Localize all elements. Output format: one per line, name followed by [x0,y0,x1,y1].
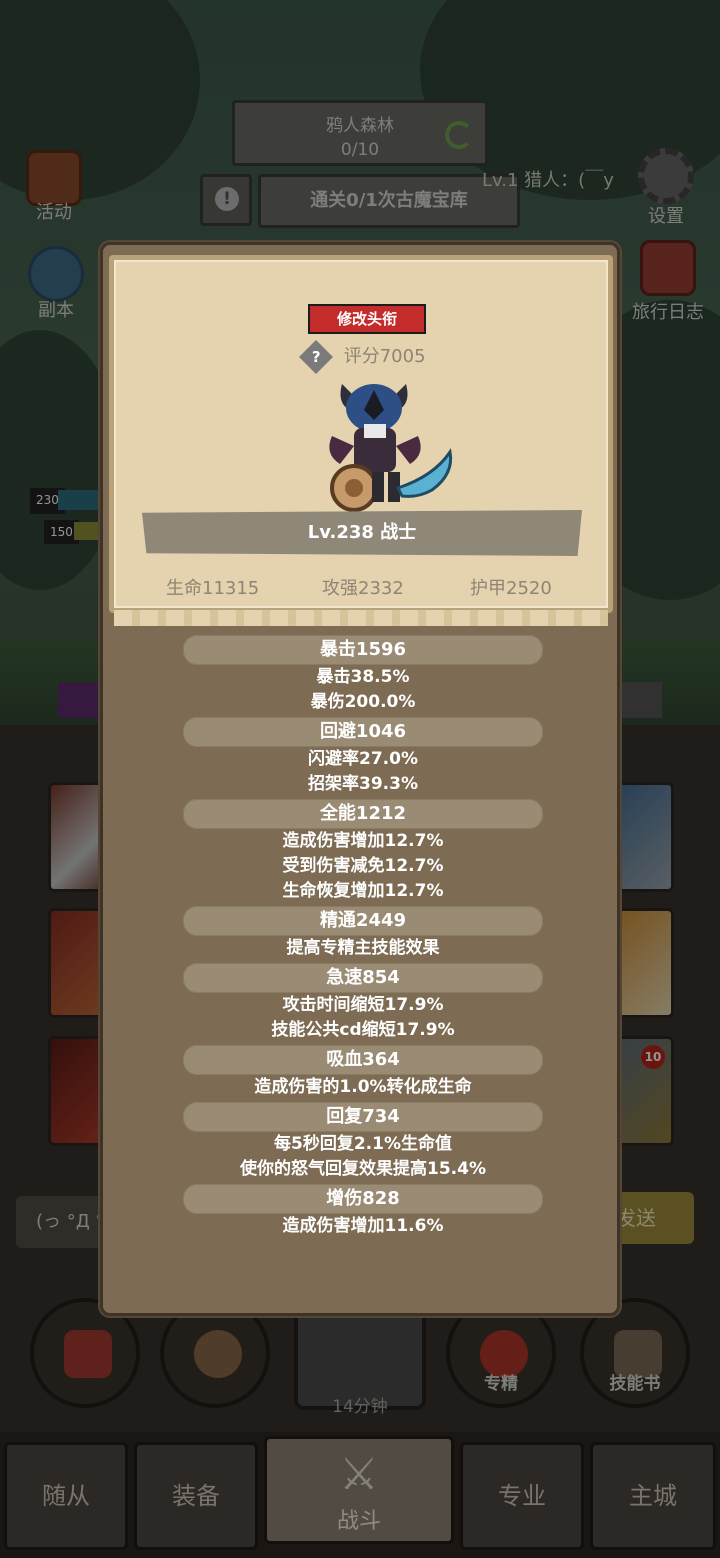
attribute-header: 暴击1596 [183,635,543,665]
score-value: 评分7005 [343,346,426,367]
edit-title-button[interactable]: 修改头衔 [308,304,426,334]
attribute-detail: 攻击时间缩短17.9% [282,995,444,1015]
attribute-header: 全能1212 [183,799,543,829]
attribute-header: 精通2449 [183,906,543,936]
attribute-detail: 造成伤害增加12.7% [282,831,444,851]
paper-tear [114,610,608,626]
attribute-detail: 每5秒回复2.1%生命值 [274,1134,452,1154]
hp-stat: 生命11315 [166,578,260,599]
armor-stat: 护甲2520 [470,578,552,599]
warrior-avatar [329,384,453,512]
attribute-header: 回复734 [183,1102,543,1132]
character-stats-modal: 修改头衔 ? 评分7005 Lv.238 战士 生命11315 攻强2332 护… [100,242,620,1316]
attack-stat: 攻强2332 [322,578,404,599]
attribute-detail: 提高专精主技能效果 [286,938,440,958]
attribute-detail: 受到伤害减免12.7% [282,856,444,876]
score-row: ? 评分7005 [299,340,426,374]
attribute-detail: 造成伤害增加11.6% [282,1216,444,1236]
attribute-detail: 闪避率27.0% [308,749,418,769]
attribute-header: 回避1046 [183,717,543,747]
level-class-banner: Lv.238 战士 [142,510,582,556]
character-card: 修改头衔 ? 评分7005 Lv.238 战士 生命11315 攻强2332 护… [109,255,613,626]
attribute-header: 增伤828 [183,1184,543,1214]
attribute-list: 暴击1596 暴击38.5% 暴伤200.0% 回避1046 闪避率27.0% 招架率39… [183,633,543,1239]
attribute-detail: 使你的怒气回复效果提高15.4% [240,1159,486,1179]
attribute-detail: 暴伤200.0% [310,692,416,712]
attribute-detail: 生命恢复增加12.7% [282,881,444,901]
attribute-detail: 暴击38.5% [316,667,410,687]
attribute-detail: 招架率39.3% [308,774,418,794]
attribute-header: 急速854 [183,963,543,993]
attribute-detail: 技能公共cd缩短17.9% [271,1020,455,1040]
attribute-detail: 造成伤害的1.0%转化成生命 [254,1077,472,1097]
help-icon[interactable]: ? [299,340,333,374]
attribute-header: 吸血364 [183,1045,543,1075]
